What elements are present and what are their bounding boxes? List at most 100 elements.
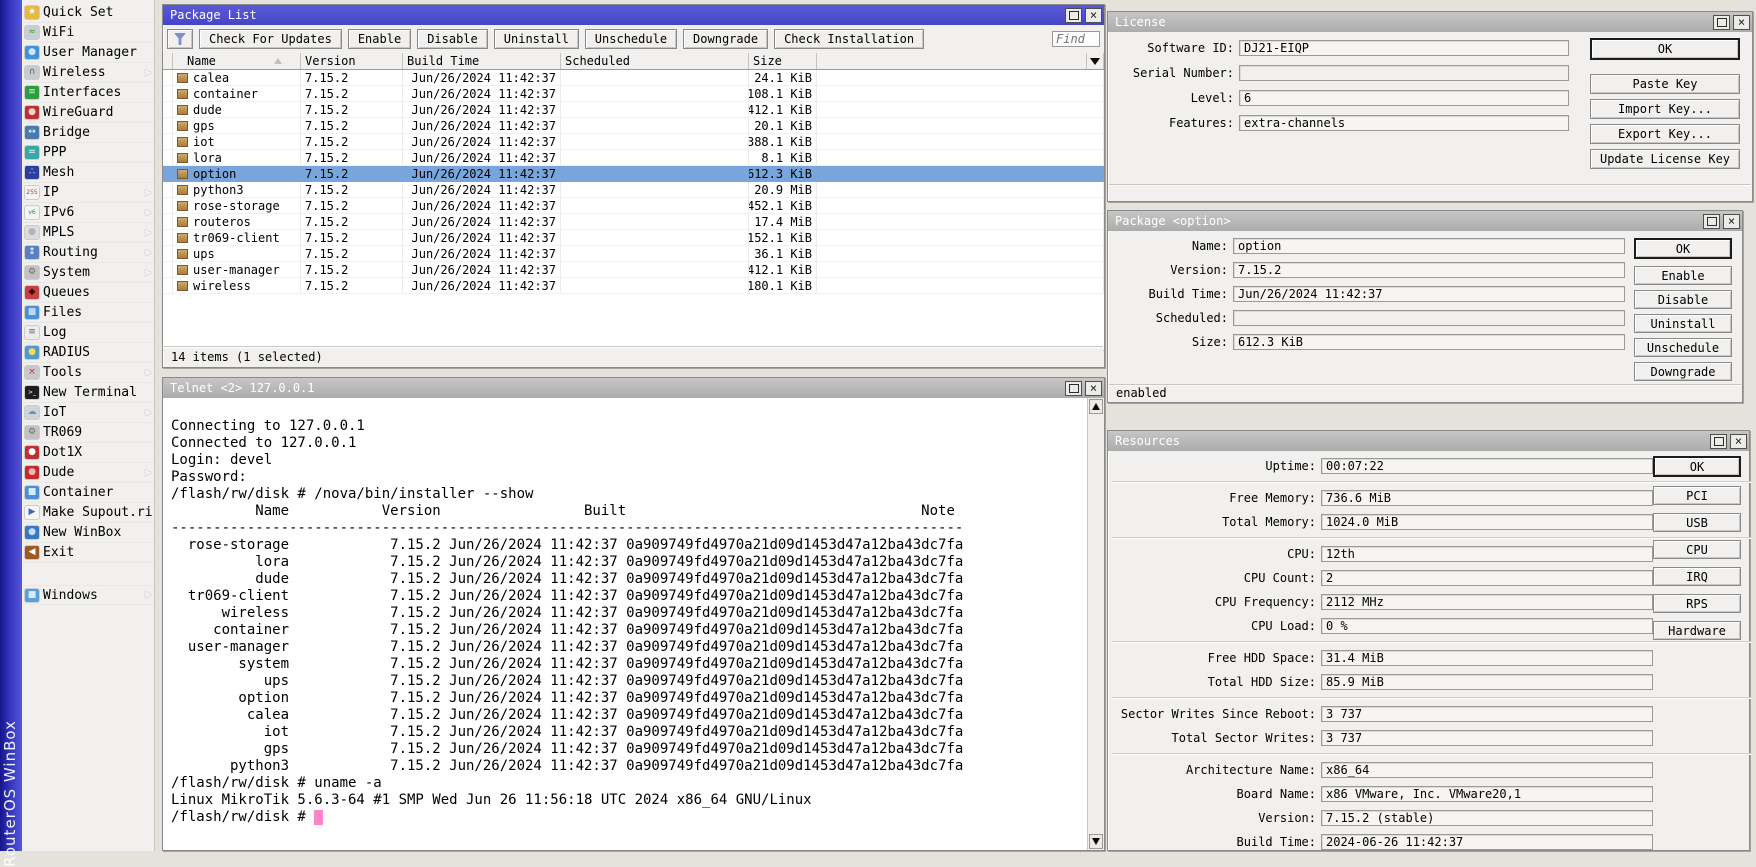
sidebar-item[interactable]: ● RADIUS ▶ — [22, 343, 154, 363]
sidebar-item[interactable]: ⚙ TR069 ▶ — [22, 423, 154, 443]
field-input[interactable]: extra-channels — [1239, 115, 1569, 131]
sidebar-item[interactable]: ∩ Wireless ▶ — [22, 63, 154, 83]
field-input[interactable]: 31.4 MiB — [1321, 650, 1653, 666]
field-input[interactable]: 0 % — [1321, 618, 1653, 634]
import-key-button[interactable]: Import Key... — [1590, 99, 1740, 119]
check-for-updates-button[interactable]: Check For Updates — [199, 29, 342, 49]
check-installation-button[interactable]: Check Installation — [774, 29, 924, 49]
package-row[interactable]: python3 7.15.2 Jun/26/2024 11:42:37 20.9… — [163, 182, 1104, 198]
package-row[interactable]: calea 7.15.2 Jun/26/2024 11:42:37 24.1 K… — [163, 70, 1104, 86]
maximize-button[interactable] — [1065, 381, 1082, 396]
cpu-button[interactable]: CPU — [1653, 540, 1741, 559]
package-row[interactable]: ups 7.15.2 Jun/26/2024 11:42:37 36.1 KiB — [163, 246, 1104, 262]
field-input[interactable] — [1233, 310, 1625, 326]
package-row[interactable]: container 7.15.2 Jun/26/2024 11:42:37 10… — [163, 86, 1104, 102]
rps-button[interactable]: RPS — [1653, 594, 1741, 613]
package-row[interactable]: wireless 7.15.2 Jun/26/2024 11:42:37 118… — [163, 278, 1104, 294]
resources-titlebar[interactable]: Resources × — [1108, 431, 1749, 451]
field-input[interactable]: 3 737 — [1321, 730, 1653, 746]
sidebar-item[interactable]: ≈ WiFi ▶ — [22, 23, 154, 43]
export-key-button[interactable]: Export Key... — [1590, 124, 1740, 144]
enable-button[interactable]: Enable — [1634, 266, 1732, 285]
field-input[interactable]: option — [1233, 238, 1625, 254]
field-input[interactable]: 1024.0 MiB — [1321, 514, 1653, 530]
column-header-size[interactable]: Size — [749, 53, 817, 69]
sidebar-item[interactable]: ★ Quick Set ▶ — [22, 3, 154, 23]
package-row[interactable]: user-manager 7.15.2 Jun/26/2024 11:42:37… — [163, 262, 1104, 278]
ok-button[interactable]: OK — [1590, 38, 1740, 60]
package-list-titlebar[interactable]: Package List × — [163, 5, 1104, 25]
enable-button[interactable]: Enable — [348, 29, 411, 49]
column-header-build-time[interactable]: Build Time — [403, 53, 561, 69]
uninstall-button[interactable]: Uninstall — [1634, 314, 1732, 333]
maximize-button[interactable] — [1710, 434, 1727, 449]
field-input[interactable]: Jun/26/2024 11:42:37 — [1233, 286, 1625, 302]
sidebar-item[interactable]: ● MPLS ▶ — [22, 223, 154, 243]
hardware-button[interactable]: Hardware — [1653, 621, 1741, 640]
sidebar-item[interactable]: ● Dude ▶ — [22, 463, 154, 483]
field-input[interactable]: 612.3 KiB — [1233, 334, 1625, 350]
sidebar-item[interactable]: ● WireGuard ▶ — [22, 103, 154, 123]
field-input[interactable]: x86_64 — [1321, 762, 1653, 778]
disable-button[interactable]: Disable — [1634, 290, 1732, 309]
ok-button[interactable]: OK — [1653, 456, 1741, 477]
package-row[interactable]: gps 7.15.2 Jun/26/2024 11:42:37 20.1 KiB — [163, 118, 1104, 134]
field-input[interactable]: 2 — [1321, 570, 1653, 586]
field-input[interactable]: 12th — [1321, 546, 1653, 562]
pci-button[interactable]: PCI — [1653, 486, 1741, 505]
column-header-name[interactable]: Name — [173, 53, 301, 69]
maximize-button[interactable] — [1065, 8, 1082, 23]
close-button[interactable]: × — [1723, 214, 1740, 229]
field-input[interactable]: 85.9 MiB — [1321, 674, 1653, 690]
sidebar-item[interactable]: ■ Container ▶ — [22, 483, 154, 503]
downgrade-button[interactable]: Downgrade — [1634, 362, 1732, 381]
close-button[interactable]: × — [1733, 15, 1750, 30]
field-input[interactable]: 2024-06-26 11:42:37 — [1321, 834, 1653, 850]
sidebar-item[interactable]: ≡ Interfaces ▶ — [22, 83, 154, 103]
sidebar-item[interactable]: v6 IPv6 ▶ — [22, 203, 154, 223]
sidebar-item[interactable]: ● Dot1X ▶ — [22, 443, 154, 463]
field-input[interactable]: 2112 MHz — [1321, 594, 1653, 610]
sidebar-item[interactable]: ▶ Make Supout.rif ▶ — [22, 503, 154, 523]
irq-button[interactable]: IRQ — [1653, 567, 1741, 586]
telnet-titlebar[interactable]: Telnet <2> 127.0.0.1 × — [163, 378, 1104, 398]
sidebar-item[interactable]: >_ New Terminal ▶ — [22, 383, 154, 403]
maximize-button[interactable] — [1713, 15, 1730, 30]
package-row[interactable]: lora 7.15.2 Jun/26/2024 11:42:37 8.1 KiB — [163, 150, 1104, 166]
package-row[interactable]: dude 7.15.2 Jun/26/2024 11:42:37 1412.1 … — [163, 102, 1104, 118]
disable-button[interactable]: Disable — [417, 29, 488, 49]
terminal-area[interactable]: Connecting to 127.0.0.1 Connected to 127… — [164, 398, 1087, 850]
field-input[interactable]: 7.15.2 (stable) — [1321, 810, 1653, 826]
downgrade-button[interactable]: Downgrade — [683, 29, 768, 49]
package-row[interactable]: routeros 7.15.2 Jun/26/2024 11:42:37 17.… — [163, 214, 1104, 230]
sidebar-item[interactable]: ↕ Routing ▶ — [22, 243, 154, 263]
package-row[interactable]: iot 7.15.2 Jun/26/2024 11:42:37 388.1 Ki… — [163, 134, 1104, 150]
sidebar-item[interactable]: × Tools ▶ — [22, 363, 154, 383]
unschedule-button[interactable]: Unschedule — [1634, 338, 1732, 357]
scroll-up-button[interactable] — [1089, 399, 1103, 414]
column-header-version[interactable]: Version — [301, 53, 403, 69]
usb-button[interactable]: USB — [1653, 513, 1741, 532]
close-button[interactable]: × — [1085, 381, 1102, 396]
field-input[interactable]: 7.15.2 — [1233, 262, 1625, 278]
field-input[interactable]: x86 VMware, Inc. VMware20,1 — [1321, 786, 1653, 802]
close-button[interactable]: × — [1085, 8, 1102, 23]
sidebar-item[interactable]: ◀ Exit ▶ — [22, 543, 154, 563]
find-input[interactable] — [1052, 31, 1100, 47]
paste-key-button[interactable]: Paste Key — [1590, 74, 1740, 94]
column-header-scheduled[interactable]: Scheduled — [561, 53, 749, 69]
sidebar-item[interactable]: 255 IP ▶ — [22, 183, 154, 203]
scroll-down-button[interactable] — [1089, 834, 1103, 849]
sidebar-item[interactable]: ☁ IoT ▶ — [22, 403, 154, 423]
field-input[interactable]: 6 — [1239, 90, 1569, 106]
field-input[interactable]: 3 737 — [1321, 706, 1653, 722]
field-input[interactable]: DJ21-EIQP — [1239, 40, 1569, 56]
package-option-titlebar[interactable]: Package <option> × — [1108, 211, 1742, 231]
sidebar-item[interactable]: ● New WinBox ▶ — [22, 523, 154, 543]
sidebar-item[interactable]: ◆ Queues ▶ — [22, 283, 154, 303]
terminal-scrollbar[interactable] — [1087, 398, 1104, 850]
sidebar-item[interactable]: ⚙ System ▶ — [22, 263, 154, 283]
field-input[interactable] — [1239, 65, 1569, 81]
unschedule-button[interactable]: Unschedule — [585, 29, 677, 49]
field-input[interactable]: 736.6 MiB — [1321, 490, 1653, 506]
